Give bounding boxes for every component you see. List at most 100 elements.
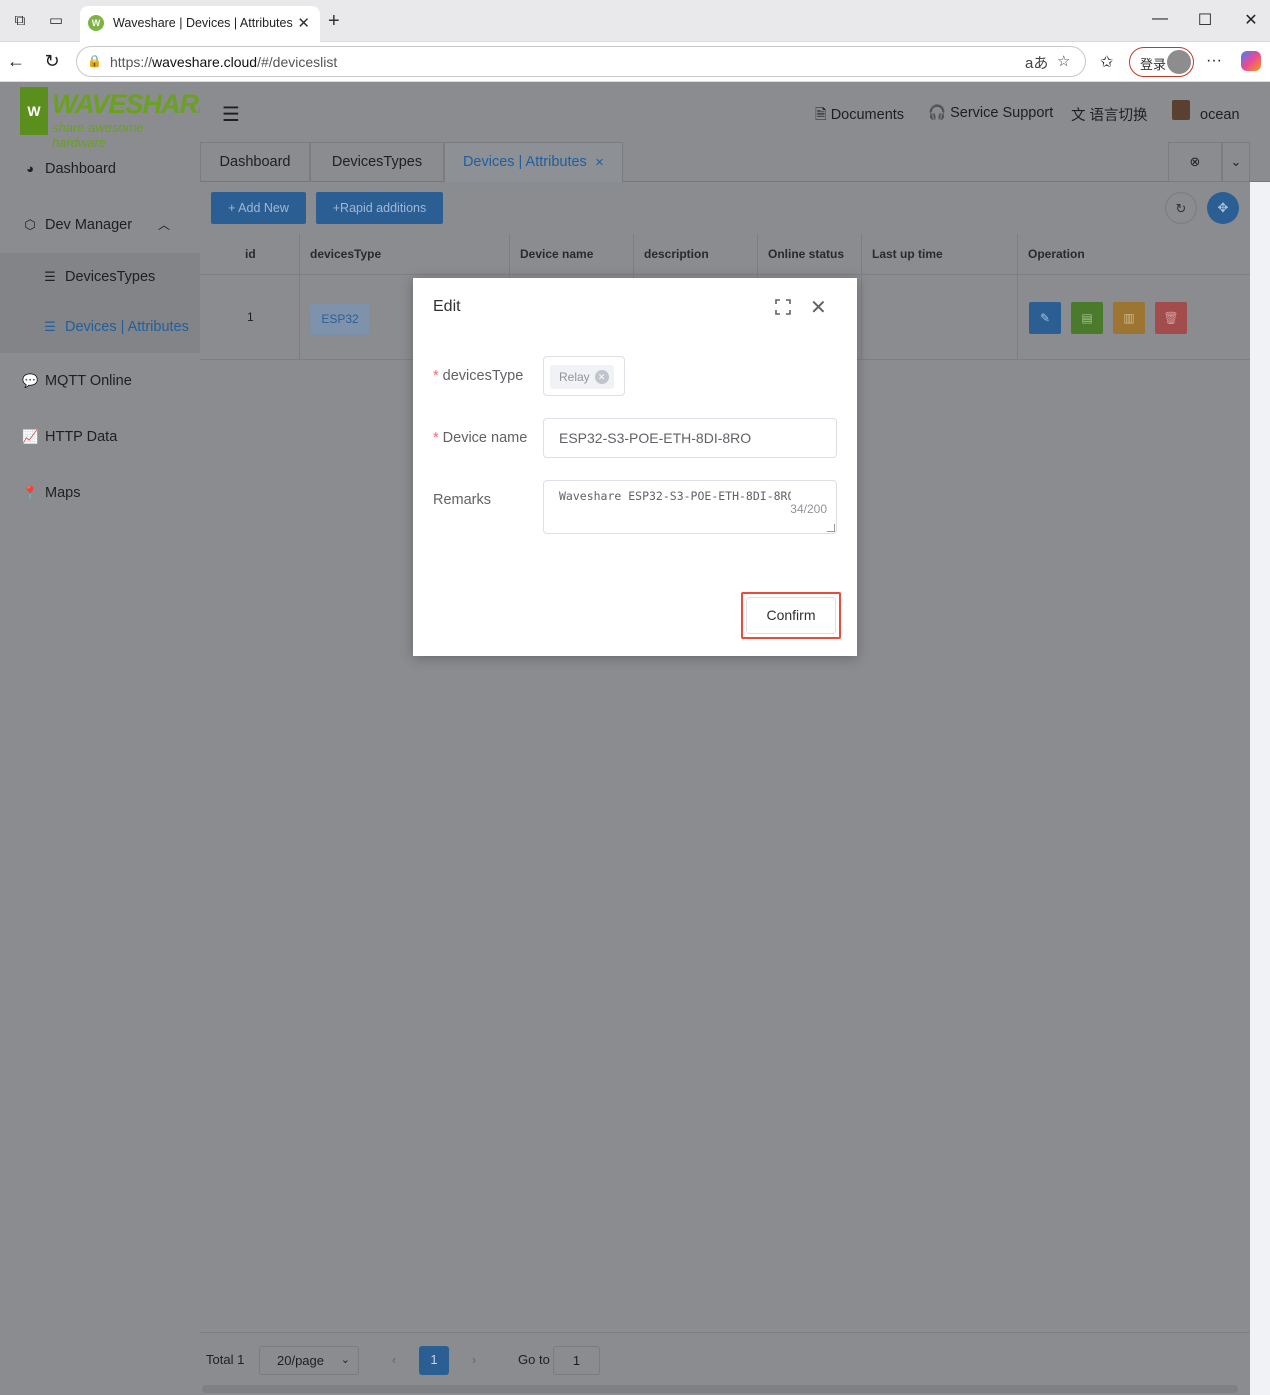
minimize-icon[interactable]: —: [1150, 10, 1170, 28]
sidebar-item-devicestypes[interactable]: ☰ DevicesTypes: [0, 253, 200, 303]
sidebar-item-label: HTTP Data: [45, 429, 118, 445]
edit-button[interactable]: ✎: [1029, 302, 1061, 334]
delete-button[interactable]: 🗑: [1155, 302, 1187, 334]
copilot-icon[interactable]: [1241, 51, 1261, 71]
confirm-button[interactable]: Confirm: [746, 597, 836, 634]
hamburger-menu-icon[interactable]: ☰: [222, 102, 240, 127]
brand-logo[interactable]: W WAVESHARE share awesome hardware: [20, 87, 216, 150]
table-header: id devicesType Device name description O…: [200, 234, 1250, 275]
sidebar: W WAVESHARE share awesome hardware ◕ Das…: [0, 82, 216, 1395]
column-header: id: [200, 234, 300, 275]
browser-tab-title: Waveshare | Devices | Attributes: [113, 16, 293, 30]
device-name-input[interactable]: ESP32-S3-POE-ETH-8DI-8RO: [543, 418, 837, 458]
refresh-button[interactable]: ↻: [1165, 192, 1197, 224]
refresh-icon[interactable]: ↻: [41, 51, 63, 72]
chevron-left-icon: ‹: [391, 1352, 397, 1367]
close-tab-icon[interactable]: ✕: [595, 157, 604, 169]
move-icon: ✥: [1217, 200, 1229, 215]
sidebar-item-mqtt-online[interactable]: 💬 MQTT Online: [0, 357, 200, 407]
browser-tab-bar: ⧉ ▭ W Waveshare | Devices | Attributes ✕…: [0, 0, 1270, 42]
sidebar-item-dashboard[interactable]: ◕ Dashboard: [0, 145, 200, 195]
pagination-total: Total 1: [206, 1352, 245, 1367]
workspaces-icon[interactable]: ⧉: [11, 12, 29, 30]
service-support-link[interactable]: 🎧 Service Support: [928, 104, 1053, 121]
chevron-up-icon: ︿: [158, 218, 171, 232]
profile-avatar: [1167, 50, 1191, 74]
sidebar-item-maps[interactable]: 📍 Maps: [0, 469, 200, 519]
resize-handle[interactable]: [827, 524, 835, 532]
page-number-current[interactable]: 1: [419, 1346, 449, 1375]
edit-icon: ✎: [1039, 311, 1051, 325]
login-label: 登录: [1140, 57, 1167, 72]
page-size-select[interactable]: 20/page ⌄: [259, 1346, 359, 1375]
tab-actions-icon[interactable]: ▭: [47, 12, 65, 30]
new-tab-icon[interactable]: +: [328, 10, 340, 33]
profile-button[interactable]: 登录: [1129, 47, 1194, 77]
horizontal-scrollbar[interactable]: [202, 1385, 1238, 1393]
remarks-char-count: 34/200: [790, 502, 827, 516]
sidebar-item-label: Maps: [45, 485, 81, 501]
location-pin-icon: 📍: [22, 485, 39, 500]
close-dialog-icon[interactable]: ✕: [810, 295, 827, 320]
attributes-button[interactable]: ▥: [1113, 302, 1145, 334]
view-data-button[interactable]: ▤: [1071, 302, 1103, 334]
device-type-tag: ESP32: [310, 303, 370, 335]
translate-icon[interactable]: aあ: [1025, 52, 1048, 73]
column-header: Operation: [1028, 247, 1085, 261]
tab-devices-attributes[interactable]: Devices | Attributes ✕: [444, 142, 623, 182]
goto-page-input[interactable]: 1: [553, 1346, 600, 1375]
chevron-down-icon: ⌄: [1230, 154, 1242, 169]
tab-devicestypes[interactable]: DevicesTypes: [310, 142, 444, 182]
translate-icon: 文: [1071, 108, 1086, 124]
move-button[interactable]: ✥: [1207, 192, 1239, 224]
url-input[interactable]: 🔒 https://waveshare.cloud/#/deviceslist …: [76, 46, 1086, 77]
next-page-button[interactable]: ›: [459, 1346, 489, 1375]
device-name-label: * Device name: [433, 430, 528, 446]
sidebar-item-dev-manager[interactable]: ⬡ Dev Manager ︿: [0, 201, 200, 251]
close-all-tabs-button[interactable]: ⊗: [1168, 142, 1222, 182]
devices-type-select[interactable]: Relay ✕: [543, 356, 625, 396]
close-tab-icon[interactable]: ✕: [297, 14, 310, 32]
dialog-title: Edit: [433, 298, 461, 315]
sidebar-item-label: MQTT Online: [45, 373, 132, 389]
sidebar-item-label: Dev Manager: [45, 217, 133, 233]
language-switch-link[interactable]: 文 语言切换: [1071, 104, 1148, 125]
logo-name: WAVESHARE: [52, 89, 216, 119]
sidebar-item-label: Dashboard: [45, 161, 116, 177]
window-close-icon[interactable]: ✕: [1241, 10, 1261, 30]
tab-dashboard[interactable]: Dashboard: [200, 142, 310, 182]
close-circle-icon: ⊗: [1189, 154, 1201, 169]
fullscreen-icon[interactable]: [775, 299, 791, 315]
sidebar-item-label: DevicesTypes: [65, 269, 156, 285]
rapid-additions-button[interactable]: +Rapid additions: [316, 192, 443, 224]
line-chart-icon: 📈: [22, 429, 39, 444]
remove-tag-icon[interactable]: ✕: [594, 370, 609, 384]
favicon-icon: W: [88, 15, 104, 31]
user-avatar[interactable]: [1172, 100, 1190, 120]
browser-tab-active[interactable]: W Waveshare | Devices | Attributes ✕: [80, 6, 320, 42]
pie-chart-icon: ◕: [26, 161, 34, 176]
back-icon[interactable]: ←: [5, 51, 27, 72]
favorites-icon[interactable]: ✩: [1100, 52, 1113, 72]
list-icon: ☰: [44, 269, 56, 284]
remarks-textarea[interactable]: Waveshare ESP32-S3-POE-ETH-8DI-8RO 34/20…: [543, 480, 837, 534]
sidebar-item-http-data[interactable]: 📈 HTTP Data: [0, 413, 200, 463]
headset-icon: 🎧: [928, 105, 947, 121]
favorite-star-icon[interactable]: ☆: [1057, 52, 1070, 70]
tabs-dropdown-button[interactable]: ⌄: [1222, 142, 1250, 182]
maximize-icon[interactable]: ☐: [1195, 10, 1215, 30]
document-icon: 🗎: [815, 107, 827, 123]
app-header: ☰ 🗎 Documents 🎧 Service Support 文 语言切换 o…: [200, 82, 1270, 142]
goto-label: Go to: [518, 1352, 550, 1367]
selected-type-chip: Relay ✕: [550, 365, 614, 389]
more-icon[interactable]: ···: [1206, 52, 1222, 70]
sidebar-item-devices-attributes[interactable]: ☰ Devices | Attributes: [0, 303, 200, 353]
column-header: description: [634, 234, 758, 275]
documents-link[interactable]: 🗎 Documents: [815, 104, 904, 129]
column-header: Last up time: [862, 234, 1018, 275]
logo-mark: W: [20, 87, 48, 135]
prev-page-button[interactable]: ‹: [379, 1346, 409, 1375]
user-name[interactable]: ocean: [1200, 107, 1240, 123]
url-text: https://waveshare.cloud/#/deviceslist: [110, 54, 338, 70]
add-new-button[interactable]: + Add New: [211, 192, 306, 224]
